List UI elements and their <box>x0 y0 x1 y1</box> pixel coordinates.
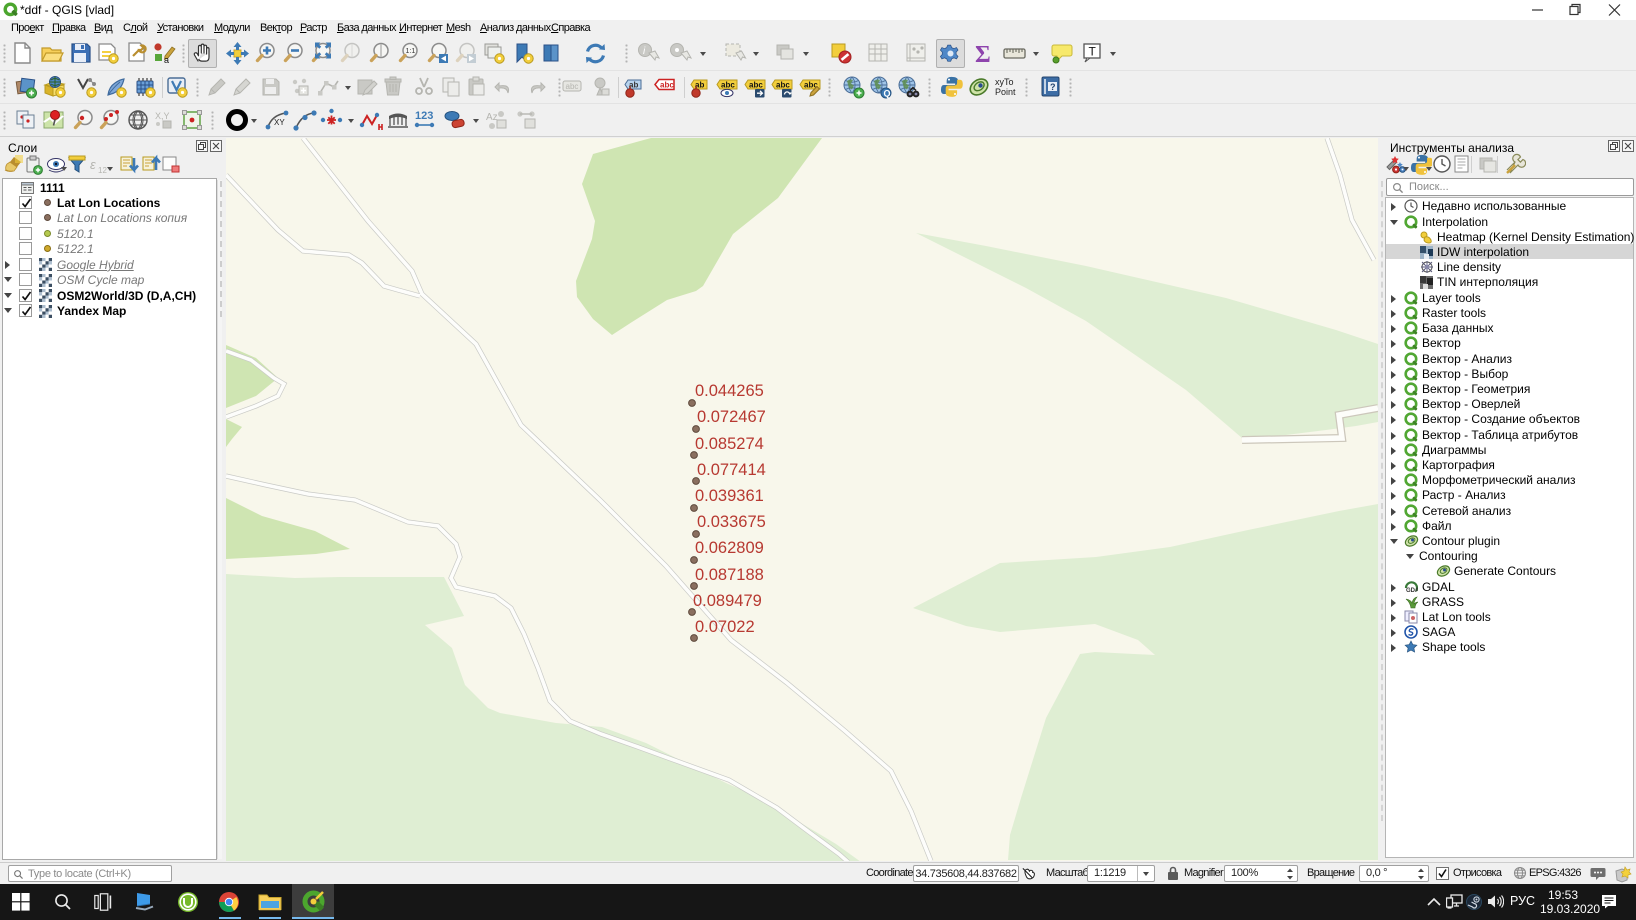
svg-text:T: T <box>1089 45 1097 59</box>
svg-text:0.07022: 0.07022 <box>695 618 755 636</box>
svg-text:abc: abc <box>749 81 763 90</box>
svg-text:0.039361: 0.039361 <box>695 487 764 505</box>
svg-text:?: ? <box>1050 82 1056 92</box>
svg-text:ε: ε <box>90 157 96 172</box>
svg-text:Q: Q <box>884 89 891 99</box>
svg-text:Az: Az <box>486 112 498 123</box>
svg-text:Point: Point <box>995 87 1016 97</box>
svg-text:Σ: Σ <box>975 42 991 66</box>
svg-text:123: 123 <box>415 110 433 122</box>
svg-text:0.085274: 0.085274 <box>695 435 764 453</box>
svg-text:abc: abc <box>566 82 579 91</box>
svg-text:abc: abc <box>660 81 674 90</box>
svg-text:0.033675: 0.033675 <box>697 513 766 531</box>
svg-text:1:1: 1:1 <box>406 48 416 55</box>
svg-text:abc: abc <box>721 81 735 90</box>
svg-text:XY: XY <box>274 118 285 127</box>
svg-text:0.072467: 0.072467 <box>697 408 766 426</box>
svg-text:0.089479: 0.089479 <box>693 592 762 610</box>
svg-text:X,Y: X,Y <box>155 111 170 121</box>
svg-text:0.062809: 0.062809 <box>695 539 764 557</box>
svg-text:0.044265: 0.044265 <box>695 382 764 400</box>
svg-text:GDAL: GDAL <box>1406 588 1418 594</box>
svg-text:abc: abc <box>776 81 790 90</box>
svg-text:0.077414: 0.077414 <box>697 461 766 479</box>
svg-text:xyTo: xyTo <box>995 77 1014 87</box>
svg-text:a: a <box>164 55 169 65</box>
svg-text:0.087188: 0.087188 <box>695 566 764 584</box>
